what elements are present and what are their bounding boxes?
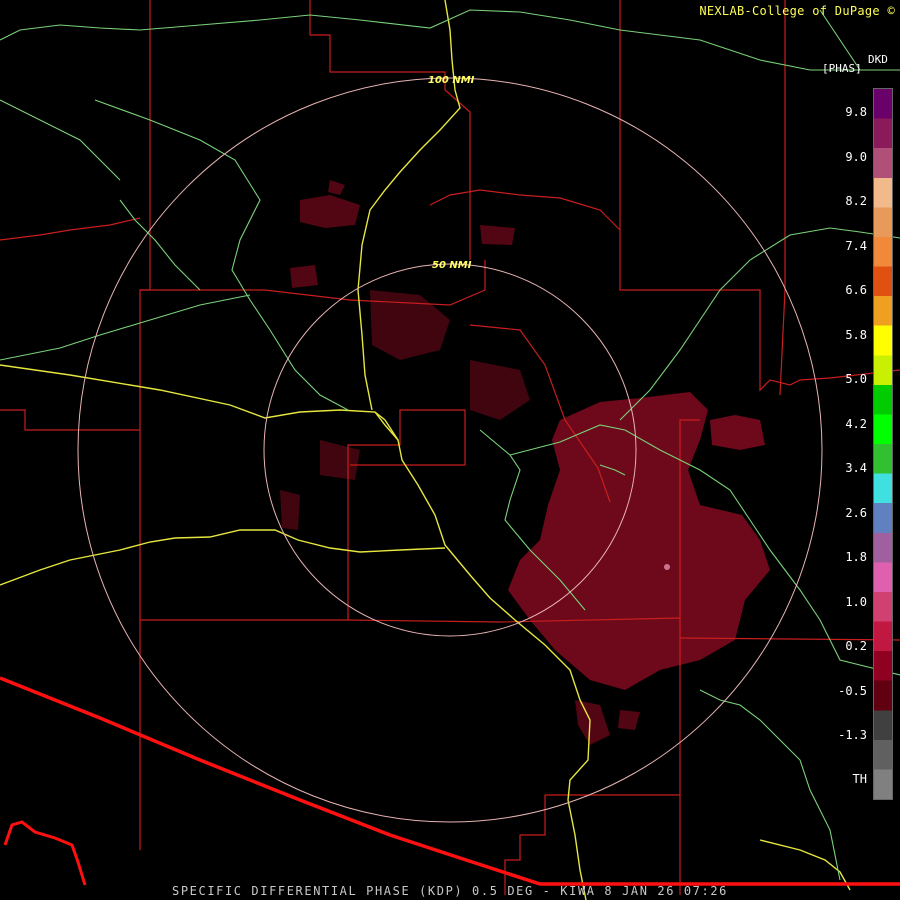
colorbar-label: -1.3 — [838, 728, 867, 742]
colorbar-label: 7.4 — [845, 238, 867, 253]
radar-map: 50 NMI 100 NMI — [0, 0, 900, 900]
colorbar-label: 3.4 — [845, 461, 867, 475]
colorbar-label: 1.0 — [845, 594, 867, 609]
colorbar-label: 5.8 — [845, 327, 867, 342]
colorbar-label: 0.2 — [845, 639, 867, 653]
echo-cluster-south — [575, 700, 640, 745]
colorbar-label: 2.6 — [845, 505, 867, 520]
colorbar-label: 5.0 — [845, 372, 867, 386]
source-credit: NEXLAB-College of DuPage © — [699, 4, 895, 18]
colorbar-label: -0.5 — [838, 683, 867, 698]
colorbar — [873, 88, 893, 800]
range-ring-inner-label: 50 NMI — [432, 260, 472, 271]
primary-highways — [0, 0, 851, 900]
range-rings — [77, 77, 823, 823]
colorbar-label: 1.8 — [845, 550, 867, 564]
legend-units: [PHAS] — [822, 62, 862, 75]
international-border — [0, 676, 900, 886]
colorbar-label: 6.6 — [845, 283, 867, 297]
colorbar-label: 4.2 — [845, 416, 867, 431]
colorbar-label: TH — [852, 772, 867, 786]
colorbar-label: 9.8 — [845, 105, 867, 119]
product-footer: SPECIFIC DIFFERENTIAL PHASE (KDP) 0.5 DE… — [172, 884, 728, 898]
echo-field — [280, 180, 770, 745]
colorbar-label: 9.0 — [845, 149, 867, 164]
colorbar-label: 8.2 — [845, 194, 867, 208]
product-code: DKD — [868, 53, 888, 66]
coastline-fragment — [3, 820, 87, 886]
echo-cluster-north — [290, 180, 515, 288]
range-ring-outer-label: 100 NMI — [428, 75, 475, 86]
echo-cluster-east — [710, 415, 765, 450]
county-boundaries — [0, 0, 900, 895]
range-ring-outer — [77, 77, 823, 823]
